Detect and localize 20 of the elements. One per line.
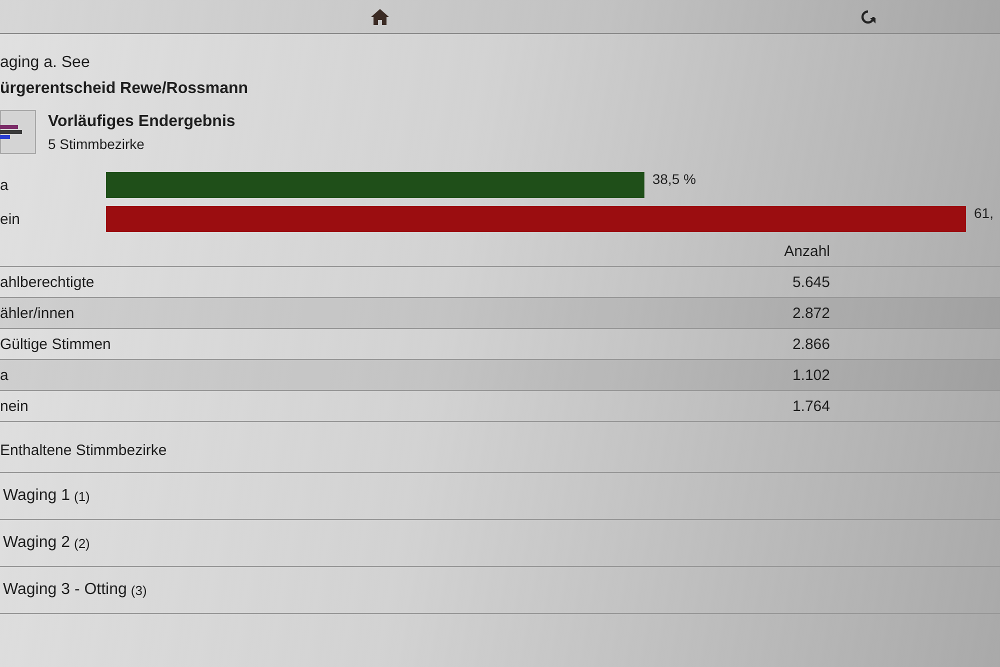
table-cell: nein: [0, 398, 28, 414]
table-cell: ähler/innen: [0, 304, 74, 322]
table-cell: ahlberechtigte: [0, 274, 94, 290]
table-cell: Gültige Stimmen: [0, 336, 111, 352]
table-cell: a: [0, 366, 8, 384]
result-title: Vorläufiges Endergebnis: [48, 112, 236, 132]
location-text: aging a. See: [0, 53, 91, 73]
table-cell: 2.866: [792, 336, 830, 352]
table-cell: 1.102: [792, 366, 830, 384]
section-heading: Enthaltene Stimmbezirke: [0, 442, 167, 458]
column-header: Anzahl: [784, 242, 830, 260]
bar-label: ein: [0, 211, 20, 228]
bar-label: a: [0, 177, 8, 194]
page-title: ürgerentscheid Rewe/Rossmann: [0, 79, 250, 99]
table-cell: 2.872: [792, 304, 830, 322]
value-label: 61,: [974, 205, 994, 221]
table-cell: 5.645: [792, 274, 830, 290]
table-cell: 1.764: [792, 398, 830, 414]
result-subtitle: 5 Stimmbezirke: [48, 135, 146, 154]
value-label: 38,5 %: [652, 171, 696, 187]
